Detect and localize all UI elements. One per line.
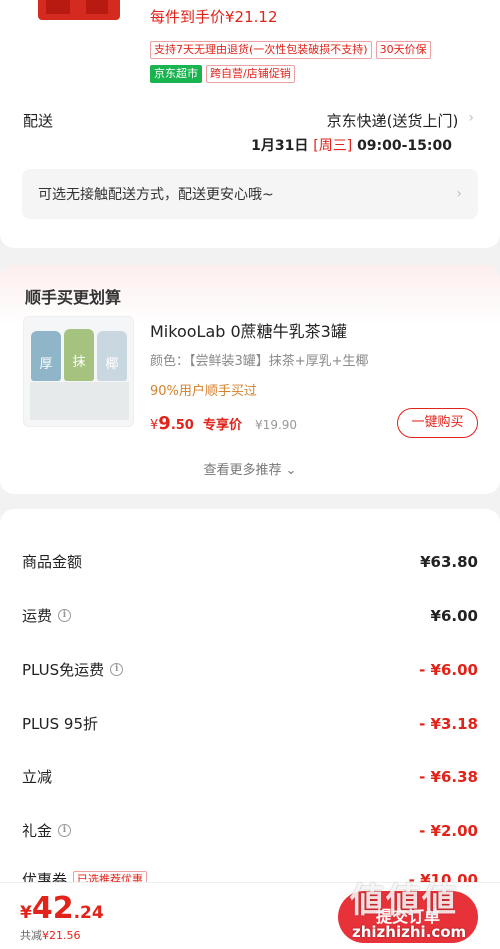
summary-row: 商品金额 ¥63.80 — [22, 551, 478, 572]
total-int: 42 — [31, 891, 74, 926]
addon-title: 顺手买更划算 — [25, 288, 122, 307]
info-icon[interactable]: i — [58, 609, 72, 622]
delivery-weekday: [周三] — [313, 138, 353, 154]
jar-icon: 抹 — [64, 329, 94, 381]
unit-price-line: 每件到手价¥21.12 — [150, 6, 278, 27]
delivery-slot: 09:00-15:00 — [357, 138, 452, 154]
jar-label: 抹 — [72, 355, 86, 370]
summary-row[interactable]: PLUS免运费 i - ¥6.00 — [22, 659, 478, 680]
submit-order-button[interactable]: 提交订单 — [338, 891, 478, 943]
addon-price: ¥9.50 专享价 ¥19.90 — [150, 413, 297, 434]
total-symbol: ¥ — [20, 903, 32, 923]
summary-row-value: - ¥3.18 — [419, 714, 478, 733]
chevron-right-icon: › — [456, 186, 462, 202]
chevron-down-icon: ⌄ — [285, 463, 297, 478]
summary-row-label: 立减 — [22, 766, 52, 787]
summary-row: 立减 - ¥6.38 — [22, 766, 478, 787]
original-price: ¥19.90 — [255, 418, 298, 432]
jar-icon: 椰 — [97, 331, 127, 381]
jar-label: 椰 — [105, 357, 119, 372]
addon-card: 顺手买更划算 厚 抹 椰 MikooLab 0蔗糖牛乳茶3罐 颜色：【尝鲜装3罐… — [0, 265, 500, 494]
contactless-banner[interactable]: 可选无接触配送方式，配送更安心哦~ › — [22, 169, 478, 219]
more-recommendations-text: 查看更多推荐 — [203, 463, 282, 478]
chevron-right-icon: › — [468, 110, 474, 126]
unit-price-label: 每件到手价 — [150, 8, 226, 26]
bottom-bar: ¥42.24 共减¥21.56 提交订单 値値値 zhizhizhi.com — [0, 881, 500, 949]
summary-row-label: 礼金 i — [22, 820, 72, 841]
addon-buy-rate: 90%用户顺手买过 — [150, 384, 257, 399]
summary-label-text: PLUS 95折 — [22, 715, 99, 733]
saved-value: ¥21.56 — [42, 929, 81, 942]
jd-supermarket-badge: 京东超市 — [150, 65, 202, 83]
product-card: 每件到手价¥21.12 支持7天无理由退货(一次性包装破损不支持) 30天价保 京… — [0, 0, 500, 248]
summary-label-text: PLUS免运费 — [22, 661, 105, 679]
price-summary-card: 商品金额 ¥63.80 运费 i ¥6.00 PLUS免运费 i - ¥6.00 PLUS 95… — [0, 509, 500, 929]
promo-tag: 跨自营/店铺促销 — [206, 65, 295, 83]
summary-row-value: - ¥6.00 — [419, 660, 478, 679]
return-policy-tag: 支持7天无理由退货(一次性包装破损不支持) — [150, 41, 372, 59]
saved-label: 共减 — [20, 929, 42, 942]
jar-icon: 厚 — [31, 331, 61, 381]
submit-order-label: 提交订单 — [375, 907, 440, 926]
unit-price-value: ¥21.12 — [225, 8, 278, 26]
addon-product-image[interactable]: 厚 抹 椰 — [23, 316, 134, 427]
delivery-method-text: 京东快递(送货上门) — [326, 112, 459, 130]
summary-row-label: 商品金额 — [22, 551, 82, 572]
info-icon[interactable]: i — [110, 663, 124, 676]
more-recommendations[interactable]: 查看更多推荐 ⌄ — [0, 459, 500, 478]
summary-row-value: - ¥6.38 — [419, 767, 478, 786]
delivery-label: 配送 — [23, 112, 54, 130]
order-total: ¥42.24 — [20, 891, 104, 926]
summary-label-text: 立减 — [22, 768, 53, 786]
summary-row[interactable]: 礼金 i - ¥2.00 — [22, 820, 478, 841]
summary-row[interactable]: 运费 i ¥6.00 — [22, 605, 478, 626]
exclusive-price-tag: 专享价 — [202, 418, 242, 433]
contactless-text: 可选无接触配送方式，配送更安心哦~ — [38, 187, 274, 203]
summary-label-text: 礼金 — [22, 822, 53, 840]
summary-label-text: 运费 — [22, 607, 53, 625]
summary-row-value: ¥63.80 — [420, 552, 478, 571]
store-tags: 京东超市 跨自营/店铺促销 — [150, 62, 299, 83]
price-int: 9 — [158, 413, 171, 434]
summary-row-label: PLUS免运费 i — [22, 659, 124, 680]
info-icon[interactable]: i — [58, 824, 72, 837]
summary-row-value: - ¥2.00 — [419, 821, 478, 840]
saved-amount: 共减¥21.56 — [20, 927, 81, 943]
summary-row-label: 运费 i — [22, 605, 72, 626]
summary-row: PLUS 95折 - ¥3.18 — [22, 713, 478, 734]
total-dec: .24 — [73, 903, 104, 923]
addon-product-name[interactable]: MikooLab 0蔗糖牛乳茶3罐 — [150, 318, 347, 342]
price-protect-tag: 30天价保 — [375, 41, 431, 59]
addon-product-spec: 颜色：【尝鲜装3罐】抹茶+厚乳+生椰 — [150, 354, 369, 369]
summary-label-text: 商品金额 — [22, 553, 83, 571]
service-tags: 支持7天无理由退货(一次性包装破损不支持) 30天价保 — [150, 38, 435, 59]
price-dec: .50 — [170, 418, 194, 433]
one-click-buy-button[interactable]: 一键购买 — [397, 408, 478, 438]
delivery-method[interactable]: 京东快递(送货上门) › — [327, 110, 474, 131]
jar-label: 厚 — [39, 357, 53, 372]
summary-row-value: ¥6.00 — [430, 606, 478, 625]
product-thumbnail[interactable] — [38, 0, 120, 20]
delivery-time[interactable]: 1月31日 [周三] 09:00-15:00 — [251, 135, 452, 155]
delivery-date: 1月31日 — [251, 138, 309, 154]
summary-row-label: PLUS 95折 — [22, 713, 98, 734]
